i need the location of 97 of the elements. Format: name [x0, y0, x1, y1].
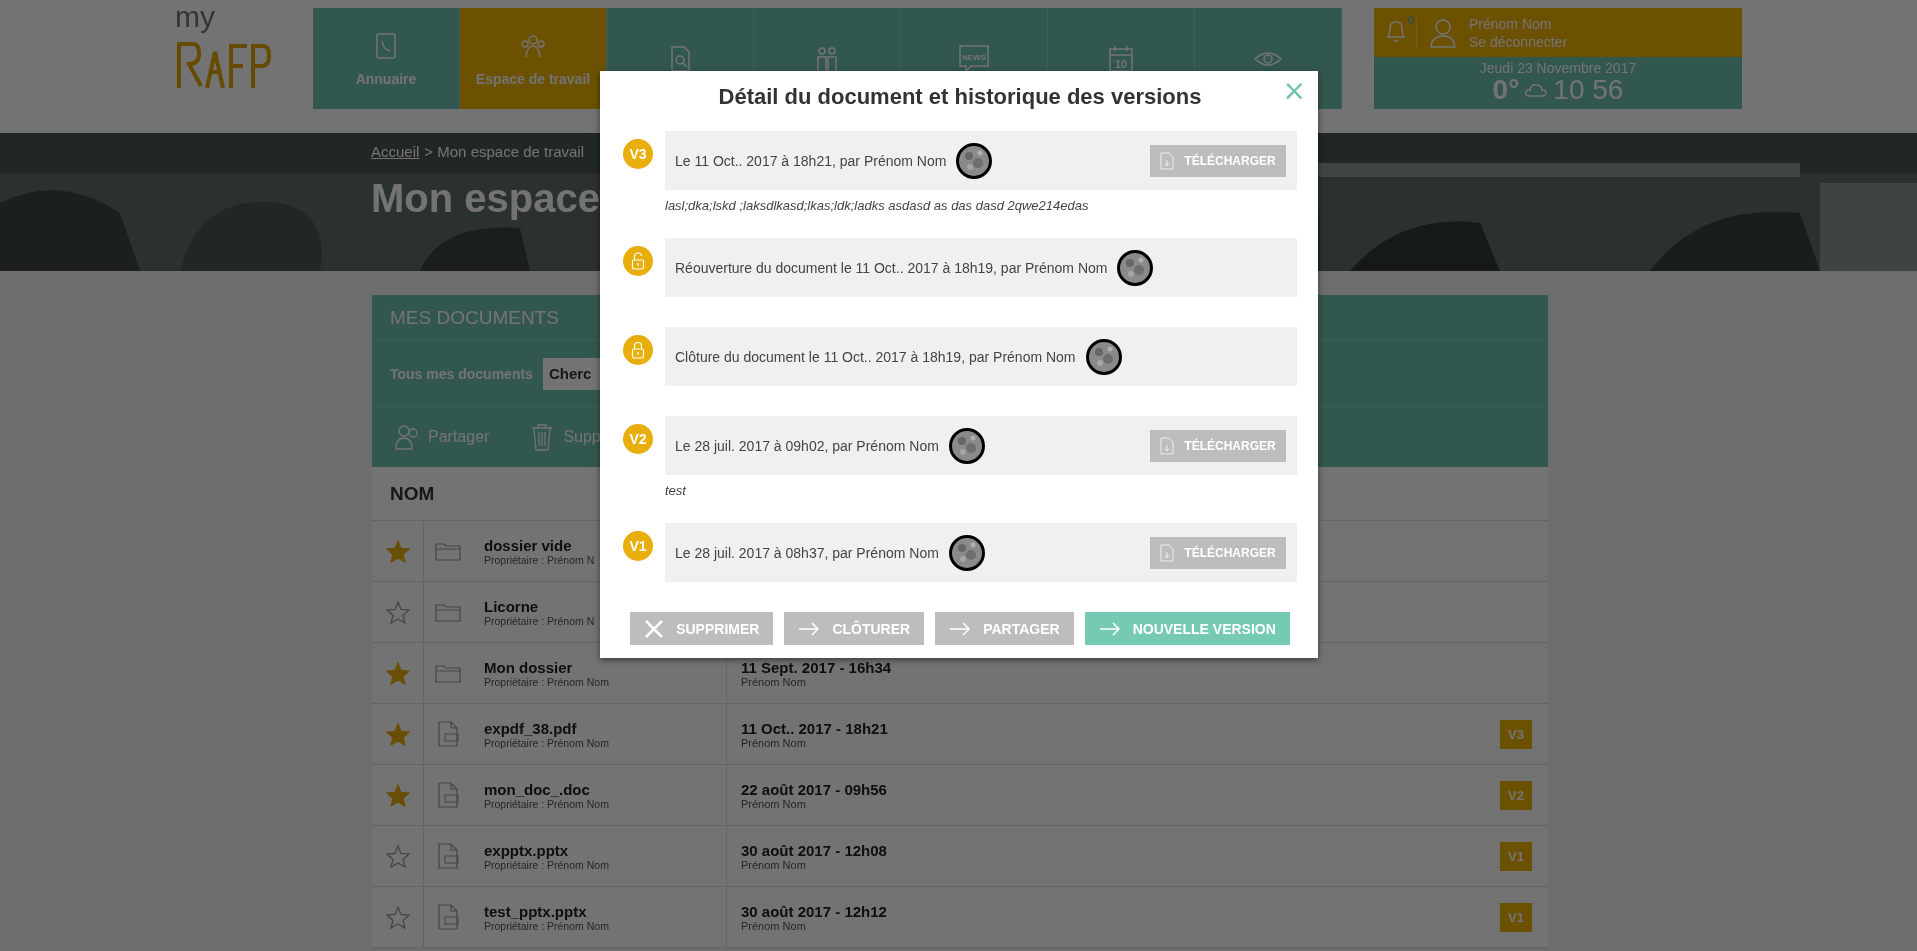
- version-badge: V3: [623, 139, 653, 169]
- version-badge: V2: [1500, 780, 1532, 810]
- document-owner: Propriétaire : Prénom Nom: [484, 797, 609, 810]
- breadcrumb-current: > Mon espace de travail: [424, 143, 585, 160]
- document-name[interactable]: mon_doc_.doc: [484, 780, 590, 798]
- dialog-button[interactable]: CLÔTURER: [784, 612, 925, 645]
- document-name[interactable]: Mon dossier: [484, 658, 573, 676]
- document-name[interactable]: expdf_38.pdf: [484, 719, 577, 737]
- file-download-icon: [1160, 151, 1175, 170]
- document-author: Prénom Nom: [741, 919, 806, 932]
- star-icon[interactable]: [385, 661, 410, 685]
- document-owner: Propriétaire : Prénom N: [484, 614, 595, 627]
- document-author: Prénom Nom: [741, 797, 806, 810]
- entry-text: Le 28 juil. 2017 à 08h37, par Prénom Nom: [675, 544, 939, 561]
- user-icon: [1429, 17, 1457, 48]
- entry-text: Le 28 juil. 2017 à 09h02, par Prénom Nom: [675, 437, 939, 454]
- date-text: Jeudi 23 Novembre 2017: [1479, 60, 1637, 76]
- toolbar-button[interactable]: Supp: [529, 423, 601, 451]
- file-download-icon: [1160, 543, 1175, 562]
- version-comment: lasl;dka;lskd ;laksdlkasd;lkas;ldk;ladks asdasd as das dasd 2qwe214edas: [664, 197, 1090, 215]
- avatar: [948, 534, 985, 571]
- star-icon[interactable]: [385, 600, 410, 624]
- version-badge: V2: [623, 424, 653, 454]
- breadcrumb-link[interactable]: Accueil: [371, 143, 420, 160]
- toolbar-button[interactable]: Partager: [394, 423, 490, 451]
- version-badge: V1: [1500, 902, 1532, 932]
- clock-time: 10 56: [1553, 76, 1624, 104]
- file-icon: [437, 843, 459, 869]
- document-name[interactable]: dossier vide: [484, 536, 572, 554]
- star-icon[interactable]: [385, 905, 410, 929]
- document-owner: Propriétaire : Prénom Nom: [484, 736, 609, 749]
- logo-text: my: [175, 2, 215, 32]
- file-download-icon: [1160, 436, 1175, 455]
- avatar: [956, 142, 993, 179]
- entry-text: Réouverture du document le 11 Oct.. 2017 à 18h19, par Prénom Nom: [675, 259, 1108, 276]
- file-icon: [437, 782, 459, 808]
- notification-count: 0: [1407, 13, 1414, 26]
- close-button[interactable]: ×: [1282, 77, 1306, 105]
- filter-label: Tous mes documents: [390, 365, 533, 382]
- version-badge: V3: [1500, 719, 1532, 749]
- document-name[interactable]: expptx.pptx: [484, 841, 569, 859]
- unlock-icon: [623, 246, 653, 276]
- star-icon[interactable]: [385, 539, 410, 563]
- temperature: 0°: [1492, 76, 1520, 104]
- file-icon: [437, 904, 459, 930]
- document-author: Prénom Nom: [741, 858, 806, 871]
- dialog-button[interactable]: SUPPRIMER: [630, 612, 774, 645]
- document-date: 11 Sept. 2017 - 16h34: [741, 658, 892, 676]
- document-owner: Propriétaire : Prénom N: [484, 553, 595, 566]
- folder-icon: [435, 541, 461, 561]
- action-icon: [394, 423, 420, 451]
- document-owner: Propriétaire : Prénom Nom: [484, 919, 609, 932]
- document-author: Prénom Nom: [741, 675, 806, 688]
- arrow-right-icon: [798, 621, 821, 636]
- dialog-button[interactable]: PARTAGER: [935, 612, 1074, 645]
- nav-tile[interactable]: Espace de travail: [460, 8, 607, 109]
- version-badge: V1: [1500, 841, 1532, 871]
- logout-link[interactable]: Se déconnecter: [1469, 32, 1568, 51]
- nav-label: Annuaire: [355, 70, 417, 87]
- document-name[interactable]: test_pptx.pptx: [484, 902, 587, 920]
- column-header: NOM: [390, 482, 435, 505]
- version-comment: test: [664, 482, 688, 500]
- avatar: [1117, 249, 1154, 286]
- panel-title: MES DOCUMENTS: [390, 306, 559, 329]
- document-owner: Propriétaire : Prénom Nom: [484, 858, 609, 871]
- arrow-right-icon: [949, 621, 972, 636]
- document-date: 22 août 2017 - 09h56: [741, 780, 887, 798]
- lock-icon: [623, 335, 653, 365]
- avatar: [948, 427, 985, 464]
- download-button[interactable]: TÉLÉCHARGER: [1150, 429, 1286, 462]
- download-button[interactable]: TÉLÉCHARGER: [1150, 144, 1286, 177]
- nav-label: Espace de travail: [475, 70, 591, 87]
- version-badge: V1: [623, 531, 653, 561]
- document-date: 30 août 2017 - 12h08: [741, 841, 887, 859]
- document-name[interactable]: Licorne: [484, 597, 539, 615]
- cloud-icon: [1525, 83, 1548, 97]
- arrow-right-icon: [1098, 621, 1121, 636]
- folder-icon: [435, 602, 461, 622]
- download-button[interactable]: TÉLÉCHARGER: [1150, 536, 1286, 569]
- file-icon: [437, 721, 459, 747]
- document-date: 30 août 2017 - 12h12: [741, 902, 887, 920]
- star-icon[interactable]: [385, 783, 410, 807]
- user-name: Prénom Nom: [1469, 14, 1553, 33]
- entry-text: Le 11 Oct.. 2017 à 18h21, par Prénom Nom: [675, 152, 947, 169]
- folder-icon: [435, 663, 461, 683]
- document-author: Prénom Nom: [741, 736, 806, 749]
- dialog-button[interactable]: NOUVELLE VERSION: [1084, 612, 1290, 645]
- nav-icon: NEWS: [959, 43, 989, 74]
- close-icon: [644, 618, 665, 639]
- page-title: Mon espace: [371, 176, 600, 221]
- document-date: 11 Oct.. 2017 - 18h21: [741, 719, 888, 737]
- avatar: [1085, 338, 1122, 375]
- star-icon[interactable]: [385, 844, 410, 868]
- entry-text: Clôture du document le 11 Oct.. 2017 à 18h19, par Prénom Nom: [675, 348, 1076, 365]
- nav-tile[interactable]: Annuaire: [313, 8, 460, 109]
- star-icon[interactable]: [385, 722, 410, 746]
- document-owner: Propriétaire : Prénom Nom: [484, 675, 609, 688]
